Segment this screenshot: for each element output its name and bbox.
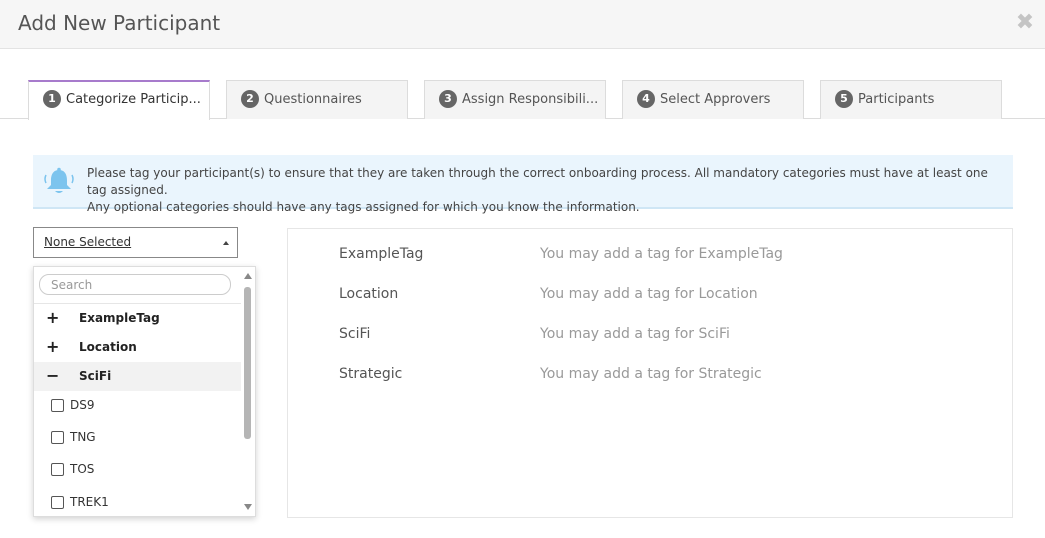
tag-row-scifi: SciFi You may add a tag for SciFi (288, 326, 1008, 348)
step-number-badge: 2 (241, 90, 259, 108)
tab-label: Categorize Particip... (66, 92, 201, 107)
tag-name: ExampleTag (339, 246, 424, 262)
dropdown-scrollbar[interactable] (241, 267, 255, 516)
group-row-scifi[interactable]: − SciFi (34, 362, 242, 391)
checkbox[interactable] (51, 463, 64, 476)
tag-row-strategic: Strategic You may add a tag for Strategi… (288, 366, 1008, 388)
option-tng[interactable]: TNG (34, 423, 242, 455)
group-label: Location (79, 340, 137, 354)
tag-select-dropdown[interactable]: None Selected (33, 227, 238, 258)
tag-dropdown-menu: + ExampleTag + Location − SciFi DS9 TNG … (33, 266, 256, 517)
tag-hint: You may add a tag for Location (540, 286, 758, 302)
wizard-tabs: 1 Categorize Particip... 2 Questionnaires … (0, 80, 1045, 120)
group-label: SciFi (79, 369, 112, 383)
tab-label: Assign Responsibili... (462, 92, 599, 107)
scroll-down-arrow-icon[interactable] (244, 504, 252, 510)
info-line-1: Please tag your participant(s) to ensure… (87, 166, 988, 197)
search-input[interactable] (39, 274, 231, 295)
tab-select-approvers[interactable]: 4 Select Approvers (622, 80, 804, 119)
scroll-thumb[interactable] (244, 287, 251, 439)
modal-header: Add New Participant ✖ (0, 0, 1045, 49)
checkbox[interactable] (51, 399, 64, 412)
bell-icon (44, 167, 74, 193)
step-number-badge: 3 (439, 90, 457, 108)
option-label: TREK1 (70, 495, 109, 509)
option-label: DS9 (70, 398, 95, 412)
search-container (34, 267, 242, 304)
step-number-badge: 4 (637, 90, 655, 108)
tab-participants[interactable]: 5 Participants (820, 80, 1002, 119)
tab-assign-responsibilities[interactable]: 3 Assign Responsibili... (424, 80, 606, 119)
collapse-minus-icon: − (46, 366, 60, 385)
tab-label: Questionnaires (264, 92, 362, 107)
option-label: TNG (70, 430, 96, 444)
expand-plus-icon: + (46, 308, 60, 327)
step-number-badge: 1 (43, 90, 61, 108)
selected-value: None Selected (44, 235, 132, 249)
group-row-location[interactable]: + Location (34, 333, 242, 362)
checkbox[interactable] (51, 496, 64, 509)
close-icon[interactable]: ✖ (1015, 9, 1035, 37)
tab-questionnaires[interactable]: 2 Questionnaires (226, 80, 408, 119)
info-line-2: Any optional categories should have any … (87, 200, 640, 214)
tab-label: Participants (858, 92, 935, 107)
checkbox[interactable] (51, 431, 64, 444)
tag-row-location: Location You may add a tag for Location (288, 286, 1008, 308)
tag-name: Location (339, 286, 399, 302)
option-tos[interactable]: TOS (34, 455, 242, 487)
tag-row-exampletag: ExampleTag You may add a tag for Example… (288, 246, 1008, 268)
scroll-up-arrow-icon[interactable] (244, 273, 252, 279)
tab-label: Select Approvers (660, 92, 771, 107)
tag-hint: You may add a tag for Strategic (540, 366, 762, 382)
tag-name: Strategic (339, 366, 403, 382)
modal-title: Add New Participant (18, 11, 221, 35)
step-number-badge: 5 (835, 90, 853, 108)
option-ds9[interactable]: DS9 (34, 391, 242, 423)
info-message: Please tag your participant(s) to ensure… (87, 165, 1003, 216)
option-label: TOS (70, 462, 95, 476)
tag-hint: You may add a tag for ExampleTag (540, 246, 783, 262)
tab-categorize-participants[interactable]: 1 Categorize Particip... (28, 80, 210, 120)
tag-name: SciFi (339, 326, 371, 342)
expand-plus-icon: + (46, 337, 60, 356)
tag-hint: You may add a tag for SciFi (540, 326, 730, 342)
group-row-exampletag[interactable]: + ExampleTag (34, 304, 242, 333)
info-banner: Please tag your participant(s) to ensure… (33, 155, 1013, 214)
caret-up-icon (223, 241, 229, 245)
group-label: ExampleTag (79, 311, 160, 325)
option-trek1[interactable]: TREK1 (34, 488, 242, 516)
tag-summary-panel: ExampleTag You may add a tag for Example… (287, 228, 1013, 518)
